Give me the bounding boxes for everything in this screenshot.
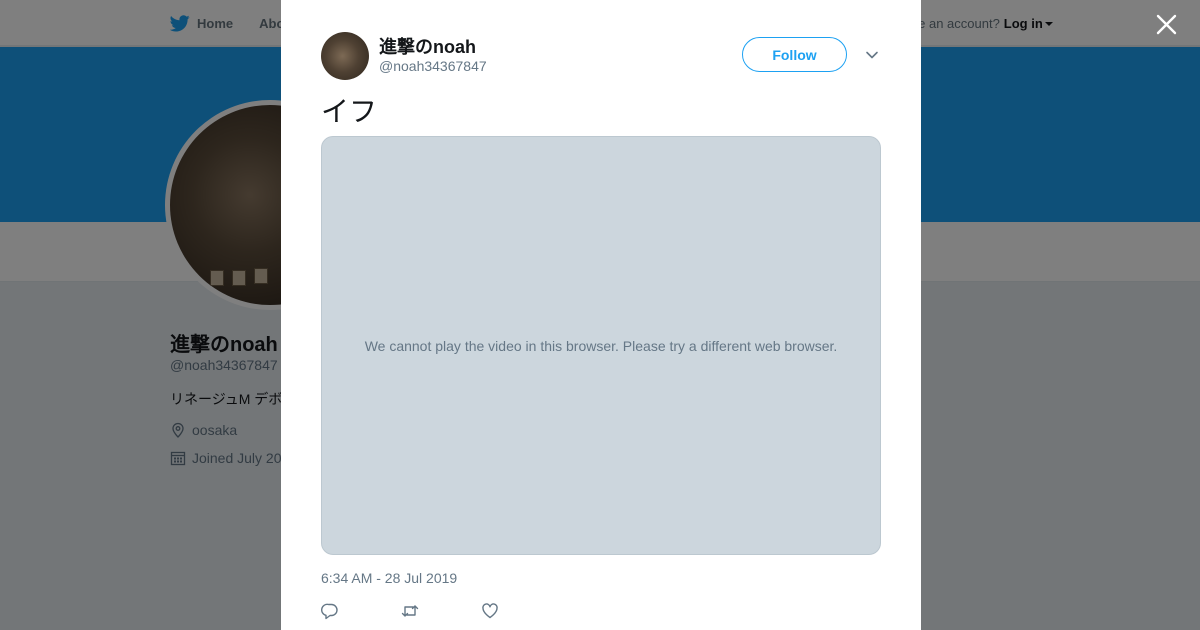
reply-button[interactable] xyxy=(321,600,401,622)
retweet-button[interactable] xyxy=(401,600,481,622)
tweet-author-handle[interactable]: @noah34367847 xyxy=(379,58,487,74)
video-error-message: We cannot play the video in this browser… xyxy=(364,337,838,354)
chevron-down-icon[interactable] xyxy=(865,48,879,62)
video-player[interactable]: We cannot play the video in this browser… xyxy=(321,136,881,555)
reply-icon xyxy=(321,603,338,620)
tweet-modal: 進撃のnoah @noah34367847 Follow イフ We canno… xyxy=(281,0,921,630)
tweet-text: イフ xyxy=(321,95,378,128)
heart-icon xyxy=(482,603,498,619)
tweet-author-name[interactable]: 進撃のnoah xyxy=(379,33,476,59)
follow-button[interactable]: Follow xyxy=(742,37,847,72)
tweet-timestamp[interactable]: 6:34 AM - 28 Jul 2019 xyxy=(321,570,457,586)
close-icon[interactable] xyxy=(1156,14,1177,35)
tweet-actions xyxy=(321,600,561,622)
retweet-icon xyxy=(401,605,419,617)
like-button[interactable] xyxy=(481,600,561,622)
tweet-author-avatar[interactable] xyxy=(321,32,369,80)
